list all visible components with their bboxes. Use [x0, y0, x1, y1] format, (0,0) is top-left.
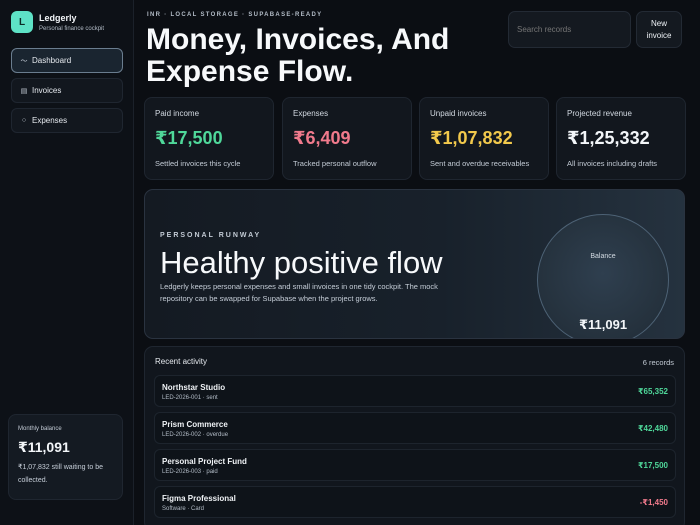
header-eyebrow: INR · LOCAL STORAGE · SUPABASE-READY: [147, 12, 323, 18]
stat-card-projected-revenue: Projected revenue ₹1,25,332 All invoices…: [556, 97, 686, 180]
list-item[interactable]: Personal Project Fund LED-2026-003 · pai…: [154, 449, 676, 481]
brand-subtitle: Personal finance cockpit: [39, 25, 105, 32]
row-meta: LED-2026-003 · paid: [162, 469, 218, 475]
row-name: Personal Project Fund: [162, 457, 247, 466]
monthly-balance-value: ₹11,091: [18, 439, 70, 455]
list-item[interactable]: Prism Commerce LED-2026-002 · overdue ₹4…: [154, 412, 676, 444]
stat-description: All invoices including drafts: [567, 159, 658, 168]
row-amount: ₹42,480: [637, 424, 668, 433]
page-title: Money, Invoices, And Expense Flow.: [146, 23, 450, 88]
stat-value: ₹1,07,832: [430, 128, 513, 148]
brand[interactable]: L Ledgerly Personal finance cockpit: [11, 11, 104, 33]
balance-circle: Balance ₹11,091: [537, 214, 669, 338]
row-amount: ₹65,352: [637, 387, 668, 396]
activity-title: Recent activity: [155, 357, 208, 366]
runway-description: Ledgerly keeps personal expenses and sma…: [160, 282, 438, 303]
row-meta: Software · Card: [162, 506, 205, 512]
activity-count: 6 records: [642, 358, 674, 367]
search-input[interactable]: [508, 11, 631, 48]
monthly-balance-label: Monthly balance: [18, 426, 62, 432]
monthly-balance-card: Monthly balance ₹11,091 ₹1,07,832 still …: [8, 414, 123, 500]
row-name: Figma Professional: [162, 494, 236, 503]
new-invoice-label: New invoice: [646, 18, 672, 40]
stat-description: Tracked personal outflow: [293, 159, 377, 168]
balance-circle-label: Balance: [590, 253, 616, 260]
row-amount: ₹17,500: [637, 461, 668, 470]
row-amount: -₹1,450: [639, 498, 668, 507]
stat-label: Projected revenue: [567, 109, 632, 118]
balance-circle-value: ₹11,091: [578, 317, 628, 332]
trend-icon: 〜: [20, 57, 28, 65]
row-meta: LED-2026-001 · sent: [162, 395, 218, 401]
runway-title: Healthy positive flow: [160, 245, 443, 280]
row-meta: LED-2026-002 · overdue: [162, 432, 229, 438]
stat-label: Expenses: [293, 109, 329, 118]
stat-value: ₹6,409: [293, 128, 351, 148]
stat-description: Sent and overdue receivables: [430, 159, 530, 168]
sidebar-item-expenses[interactable]: ○ Expenses: [11, 108, 123, 133]
stat-label: Unpaid invoices: [430, 109, 487, 118]
stat-label: Paid income: [155, 109, 200, 118]
row-name: Northstar Studio: [162, 383, 226, 392]
runway-eyebrow: PERSONAL RUNWAY: [160, 232, 262, 239]
stat-description: Settled invoices this cycle: [155, 159, 241, 168]
logo-icon: L: [11, 11, 33, 33]
sidebar-item-label: Invoices: [32, 86, 62, 95]
runway-panel: PERSONAL RUNWAY Healthy positive flow Le…: [144, 189, 685, 339]
sidebar: L Ledgerly Personal finance cockpit 〜 Da…: [0, 0, 134, 525]
new-invoice-button[interactable]: New invoice: [636, 11, 682, 48]
stat-card-unpaid-invoices: Unpaid invoices ₹1,07,832 Sent and overd…: [419, 97, 549, 180]
list-item[interactable]: Figma Professional Software · Card -₹1,4…: [154, 486, 676, 518]
stat-card-paid-income: Paid income ₹17,500 Settled invoices thi…: [144, 97, 274, 180]
sidebar-item-invoices[interactable]: ▤ Invoices: [11, 78, 123, 103]
list-icon: ▤: [20, 87, 28, 95]
main-content: INR · LOCAL STORAGE · SUPABASE-READY Mon…: [134, 0, 700, 525]
circle-icon: ○: [21, 117, 27, 124]
sidebar-item-dashboard[interactable]: 〜 Dashboard: [11, 48, 123, 73]
stat-card-expenses: Expenses ₹6,409 Tracked personal outflow: [282, 97, 412, 180]
monthly-balance-note: ₹1,07,832 still waiting to be collected.: [18, 464, 104, 484]
brand-name: Ledgerly: [39, 12, 77, 23]
row-name: Prism Commerce: [162, 420, 228, 429]
stat-value: ₹1,25,332: [567, 128, 650, 148]
stat-value: ₹17,500: [155, 128, 223, 148]
recent-activity-panel: Recent activity 6 records Northstar Stud…: [144, 346, 685, 525]
sidebar-item-label: Dashboard: [32, 56, 72, 65]
sidebar-item-label: Expenses: [32, 116, 68, 125]
list-item[interactable]: Northstar Studio LED-2026-001 · sent ₹65…: [154, 375, 676, 407]
